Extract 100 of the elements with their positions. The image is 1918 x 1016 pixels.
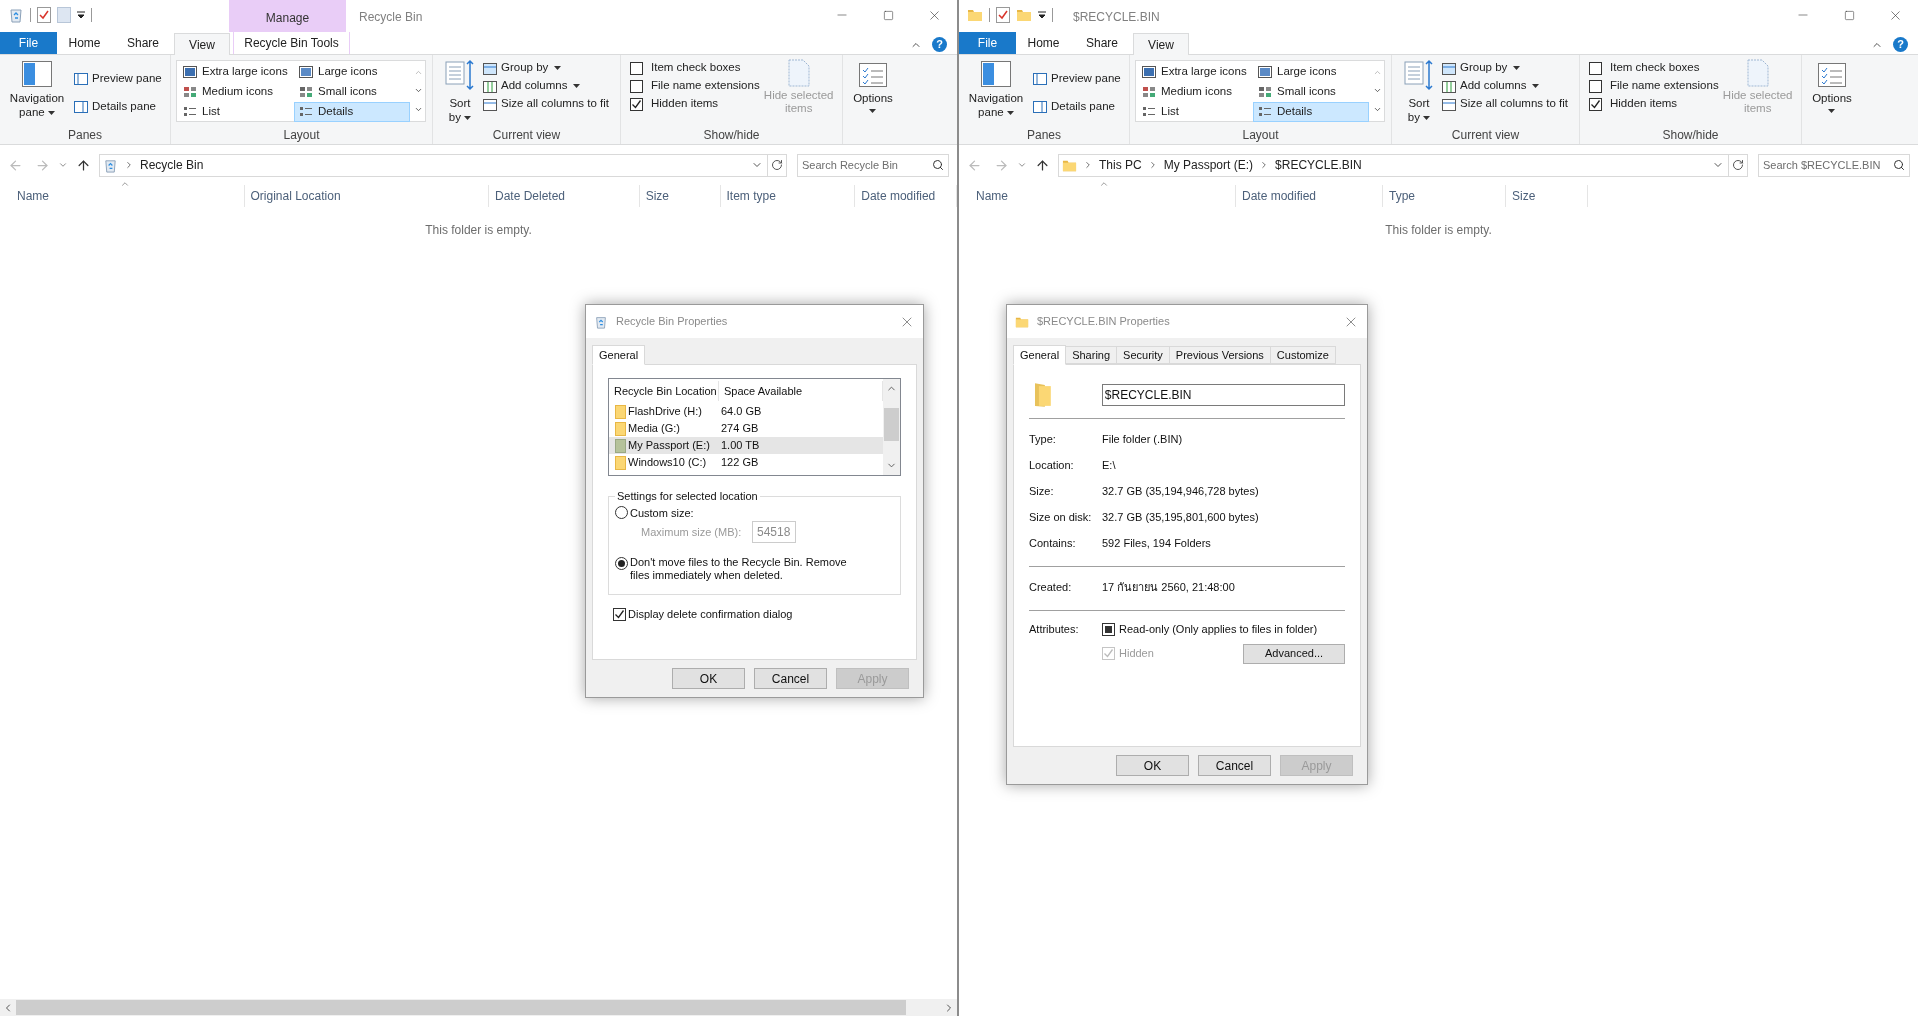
checkbox[interactable] [1589, 97, 1602, 111]
properties-icon[interactable] [996, 7, 1010, 23]
recent-locations-icon[interactable] [58, 160, 68, 170]
breadcrumb[interactable]: My Passport (E:) [1163, 156, 1254, 174]
refresh-icon[interactable] [771, 159, 783, 171]
layout-option[interactable]: List [1137, 102, 1253, 122]
pane-toggle-button[interactable]: Preview pane [74, 70, 162, 88]
pane-toggle-button[interactable]: Preview pane [1033, 70, 1121, 88]
layout-option[interactable]: Large icons [1253, 62, 1369, 82]
search-icon[interactable] [932, 158, 944, 171]
search-field[interactable]: Search Recycle Bin [797, 153, 949, 177]
dialog-tab[interactable]: General [1013, 345, 1067, 365]
checkbox[interactable] [630, 97, 643, 111]
checkbox[interactable] [630, 79, 643, 93]
location-row[interactable]: Media (G:) 274 GB [609, 420, 883, 437]
address-bar[interactable]: Recycle Bin [99, 153, 787, 177]
layout-option[interactable]: List [178, 102, 294, 122]
dialog-tab[interactable]: Previous Versions [1168, 346, 1271, 364]
checkbox[interactable] [1589, 61, 1602, 75]
dialog-tab[interactable]: Sharing [1065, 346, 1118, 364]
column-header[interactable]: Recycle Bin Location [609, 381, 719, 401]
ribbon-tab[interactable]: Share [1071, 32, 1133, 54]
forward-icon[interactable] [35, 157, 50, 173]
customize-toolbar-icon[interactable] [77, 11, 85, 19]
view-command[interactable]: Size all columns to fit [483, 95, 609, 113]
location-row[interactable]: Windows10 (C:) 122 GB [609, 454, 883, 471]
checkbox[interactable] [630, 61, 643, 75]
properties-icon[interactable] [37, 7, 51, 23]
back-icon[interactable] [967, 157, 982, 173]
dialog-tab[interactable]: General [592, 345, 646, 365]
help-button[interactable]: ? [1893, 37, 1908, 52]
forward-icon[interactable] [994, 157, 1009, 173]
column-header[interactable]: Size [639, 185, 721, 207]
layout-option[interactable]: Medium icons [178, 82, 294, 102]
customize-toolbar-icon[interactable] [1038, 11, 1046, 19]
layout-option[interactable]: Medium icons [1137, 82, 1253, 102]
layout-option[interactable]: Extra large icons [178, 62, 294, 82]
layout-option[interactable]: Details [294, 102, 410, 122]
column-header[interactable]: Date Deleted [488, 185, 640, 207]
advanced-button[interactable]: Advanced... [1243, 643, 1345, 664]
breadcrumb[interactable]: This PC [1099, 156, 1142, 174]
breadcrumb[interactable]: Recycle Bin [140, 156, 204, 174]
column-header[interactable]: Original Location [244, 185, 489, 207]
view-command[interactable]: Add columns [1442, 77, 1568, 95]
view-command[interactable]: Size all columns to fit [1442, 95, 1568, 113]
up-icon[interactable] [76, 157, 91, 173]
layout-option[interactable]: Large icons [294, 62, 410, 82]
column-header[interactable]: Name [959, 185, 1236, 207]
new-folder-icon[interactable] [57, 7, 71, 23]
help-button[interactable]: ? [932, 37, 947, 52]
checkbox[interactable] [613, 607, 626, 621]
ribbon-tab[interactable]: View [1133, 33, 1189, 55]
view-command[interactable]: Group by [483, 59, 609, 77]
navigation-pane-button[interactable]: Navigation pane [6, 61, 68, 126]
column-header[interactable]: Type [1383, 185, 1506, 207]
ribbon-tab[interactable]: Home [57, 32, 112, 54]
checkbox[interactable] [1102, 622, 1115, 636]
back-icon[interactable] [8, 157, 23, 173]
checkbox[interactable] [1589, 79, 1602, 93]
location-row[interactable]: My Passport (E:) 1.00 TB [609, 437, 883, 454]
ribbon-tab[interactable]: Home [1016, 32, 1071, 54]
scrollbar-thumb[interactable] [16, 1000, 906, 1015]
refresh-icon[interactable] [1732, 159, 1744, 171]
options-button[interactable]: Options [853, 63, 893, 114]
search-field[interactable]: Search $RECYCLE.BIN [1758, 153, 1910, 177]
column-header[interactable]: Item type [720, 185, 856, 207]
view-command[interactable]: Group by [1442, 59, 1568, 77]
column-header[interactable]: Name [0, 185, 245, 207]
location-row[interactable]: FlashDrive (H:) 64.0 GB [609, 403, 883, 420]
horizontal-scrollbar[interactable] [0, 999, 957, 1016]
file-menu-tab[interactable]: File [0, 32, 57, 54]
sort-by-button[interactable]: Sort by [1402, 59, 1436, 126]
address-bar[interactable]: This PC My Passport (E:) $RECYCLE.BIN [1058, 153, 1748, 177]
scrollbar-thumb[interactable] [884, 408, 899, 441]
options-button[interactable]: Options [1812, 63, 1852, 114]
folder-name-field[interactable]: $RECYCLE.BIN [1101, 384, 1345, 406]
recent-locations-icon[interactable] [1017, 160, 1027, 170]
ribbon-tab[interactable]: Share [112, 32, 174, 54]
dialog-button[interactable]: OK [672, 668, 745, 689]
column-header[interactable]: Date modified [855, 185, 957, 207]
layout-option[interactable]: Extra large icons [1137, 62, 1253, 82]
ribbon-tab[interactable]: View [174, 33, 230, 55]
view-command[interactable]: Add columns [483, 77, 609, 95]
layout-option[interactable]: Small icons [294, 82, 410, 102]
radio-button[interactable] [615, 506, 628, 520]
navigation-pane-button[interactable]: Navigation pane [965, 61, 1027, 126]
radio-button[interactable] [615, 557, 628, 570]
dialog-tab[interactable]: Security [1116, 346, 1170, 364]
dialog-tab[interactable]: Customize [1269, 346, 1336, 364]
pane-toggle-button[interactable]: Details pane [74, 98, 162, 116]
pane-toggle-button[interactable]: Details pane [1033, 98, 1121, 116]
dialog-button[interactable]: Cancel [1198, 755, 1271, 776]
layout-option[interactable]: Small icons [1253, 82, 1369, 102]
breadcrumb[interactable]: $RECYCLE.BIN [1275, 156, 1362, 174]
dialog-button[interactable]: Cancel [754, 668, 827, 689]
dialog-button[interactable]: OK [1116, 755, 1189, 776]
file-menu-tab[interactable]: File [959, 32, 1016, 54]
layout-option[interactable]: Details [1253, 102, 1369, 122]
column-header[interactable]: Date modified [1236, 185, 1383, 207]
sort-by-button[interactable]: Sort by [443, 59, 477, 126]
